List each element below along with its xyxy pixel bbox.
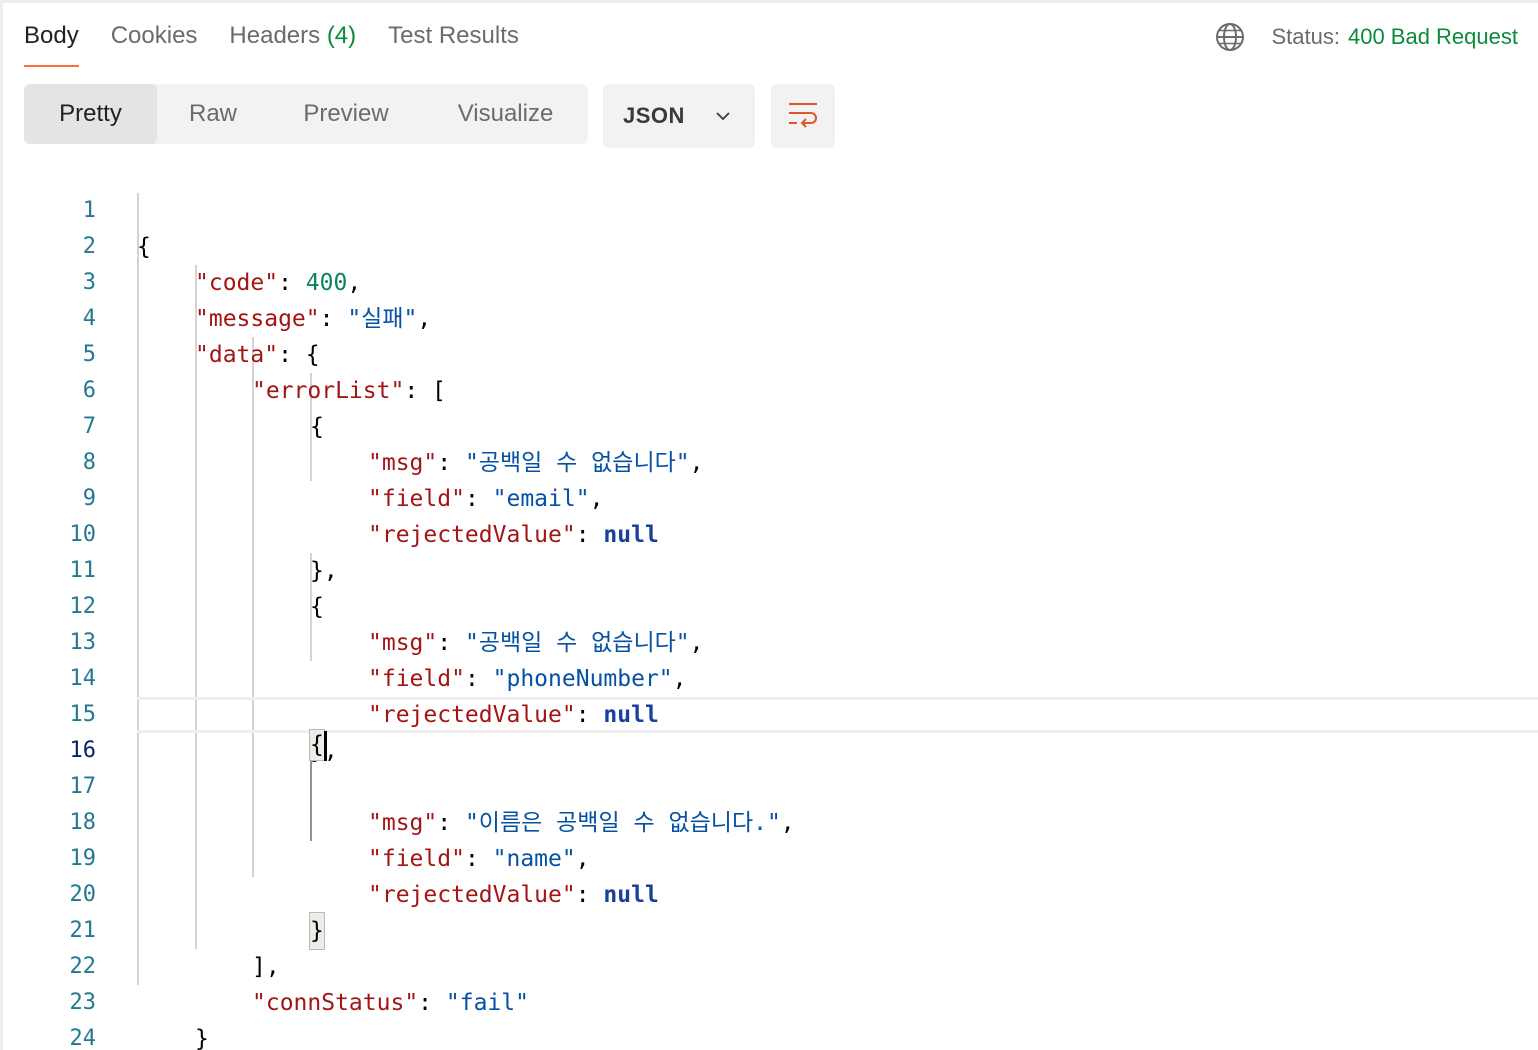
code-line: 24 }: [3, 985, 1538, 1050]
chevron-down-icon: [715, 108, 731, 124]
code-line: 2 "code": 400,: [3, 193, 1538, 296]
headers-count-badge: (4): [326, 22, 357, 49]
json-code-editor[interactable]: 1 { 2 "code": 400, 3 "message": "실패", 4 …: [3, 157, 1538, 1050]
code-line: 5 "errorList": [: [3, 301, 1538, 404]
code-line: 13 "field": "phoneNumber",: [3, 589, 1538, 692]
format-selected-label: JSON: [623, 103, 685, 128]
tab-headers[interactable]: Headers (4): [229, 18, 356, 66]
response-status: Status: 400 Bad Request: [1215, 22, 1518, 52]
tab-body[interactable]: Body: [24, 18, 79, 67]
tab-headers-label: Headers: [229, 22, 321, 49]
line-number: 24: [69, 1026, 97, 1050]
response-tabs: Body Cookies Headers (4) Test Results: [24, 18, 551, 70]
view-preview-button[interactable]: Preview: [269, 84, 423, 144]
response-panel: Body Cookies Headers (4) Test Results St…: [0, 0, 1538, 1050]
tab-test-results-label: Test Results: [388, 22, 519, 49]
code-line: 7 "msg": "공백일 수 없습니다",: [3, 373, 1538, 476]
code-line: 14 "rejectedValue": null: [3, 625, 1538, 728]
code-line: 11 {: [3, 517, 1538, 620]
tab-test-results[interactable]: Test Results: [388, 18, 519, 66]
code-line: 12 "msg": "공백일 수 없습니다",: [3, 553, 1538, 656]
code-line: 17 "msg": "이름은 공백일 수 없습니다.",: [3, 733, 1538, 836]
current-line-highlight: {: [137, 697, 1538, 761]
code-line: 19 "rejectedValue": null: [3, 805, 1538, 908]
wrap-lines-button[interactable]: [771, 84, 835, 148]
globe-icon[interactable]: [1215, 22, 1245, 52]
view-raw-button[interactable]: Raw: [157, 84, 269, 144]
status-value[interactable]: 400 Bad Request: [1348, 24, 1518, 50]
code-line: 8 "field": "email",: [3, 409, 1538, 512]
code-line: 23 }: [3, 949, 1538, 1050]
code-line: 4 "data": {: [3, 265, 1538, 368]
view-visualize-button[interactable]: Visualize: [423, 84, 588, 144]
code-line: 9 "rejectedValue": null: [3, 445, 1538, 548]
tab-cookies-label: Cookies: [110, 22, 198, 49]
code-line: 18 "field": "name",: [3, 769, 1538, 872]
view-pretty-button[interactable]: Pretty: [24, 84, 157, 144]
code-line: 22 "connStatus": "fail": [3, 913, 1538, 1016]
tab-cookies[interactable]: Cookies: [111, 18, 198, 66]
view-mode-group: Pretty Raw Preview Visualize: [24, 84, 588, 144]
code-line: 21 ],: [3, 877, 1538, 980]
code-line: 10 },: [3, 481, 1538, 584]
code-line: 1 {: [3, 157, 1538, 260]
format-dropdown[interactable]: JSON: [603, 84, 755, 148]
code-line: 15 },: [3, 661, 1538, 764]
json-brace: }: [195, 1026, 209, 1050]
status-label: Status:: [1271, 24, 1340, 49]
tab-body-label: Body: [24, 22, 79, 49]
code-line: 6 {: [3, 337, 1538, 440]
code-line: 20 }: [3, 841, 1538, 950]
wrap-lines-icon: [787, 100, 819, 133]
code-line: 3 "message": "실패",: [3, 229, 1538, 332]
